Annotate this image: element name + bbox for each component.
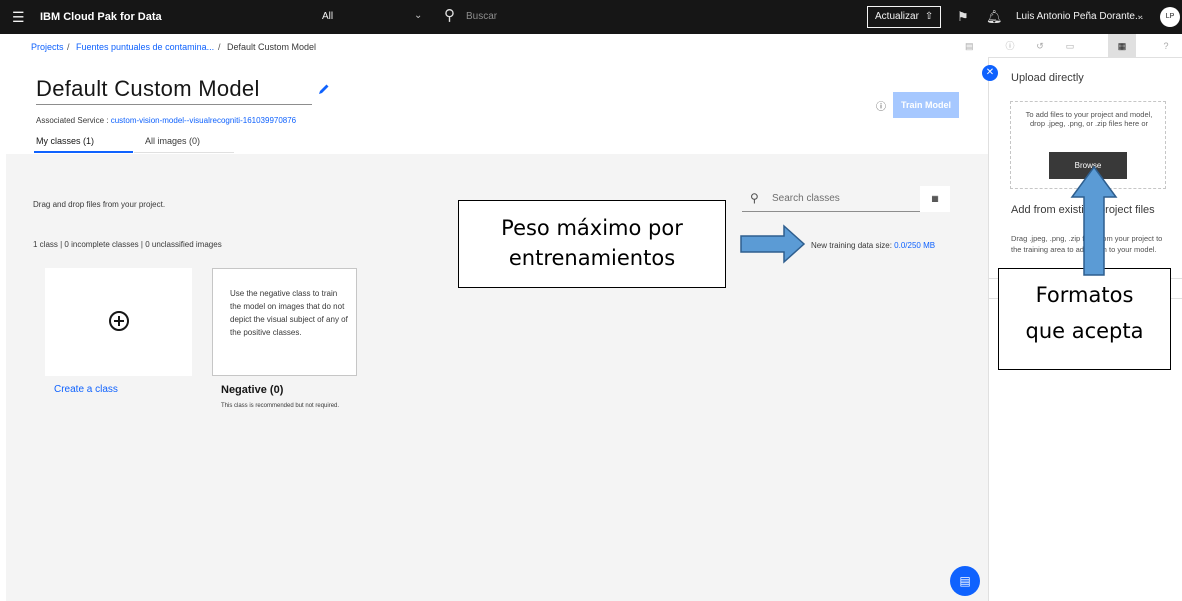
negative-class-description: Use the negative class to train the mode… [230, 289, 348, 337]
info-icon[interactable]: ⓘ [876, 98, 886, 113]
associated-service: Associated Service : custom-vision-model… [36, 116, 296, 125]
upload-title: Upload directly [1011, 72, 1084, 84]
annotation-text: entrenamientos [508, 246, 676, 270]
breadcrumb-separator: / [218, 42, 221, 52]
training-data-size: New training data size: 0.0/250 MB [811, 241, 935, 250]
user-menu[interactable]: Luis Antonio Peña Dorante... [1016, 11, 1143, 22]
info-icon[interactable]: ⓘ [996, 34, 1024, 58]
add-circle-icon [109, 311, 129, 331]
hamburger-menu-icon[interactable]: ☰ [12, 9, 25, 26]
breadcrumb-projects[interactable]: Projects [31, 42, 64, 52]
breadcrumb-project[interactable]: Fuentes puntuales de contamina... [76, 42, 214, 52]
close-panel-button[interactable]: ✕ [982, 65, 998, 81]
global-search-input[interactable]: Buscar [466, 11, 497, 22]
associated-service-link[interactable]: custom-vision-model--visualrecogniti-161… [111, 116, 296, 125]
search-icon: ⚲ [750, 191, 759, 205]
comment-icon[interactable]: ▭ [1056, 34, 1084, 58]
right-arrow-icon [740, 224, 806, 264]
avatar[interactable]: LP [1160, 7, 1180, 27]
training-data-size-label: New training data size: [811, 241, 895, 250]
tab-my-classes[interactable]: My classes (1) [34, 136, 134, 153]
upgrade-label: Actualizar [875, 11, 919, 22]
tab-all-images[interactable]: All images (0) [145, 136, 200, 146]
search-classes-input[interactable]: ⚲ Search classes [742, 186, 920, 212]
negative-class-card[interactable]: Use the negative class to train the mode… [212, 268, 357, 376]
breadcrumb: Projects / Fuentes puntuales de contamin… [0, 34, 988, 58]
class-summary: 1 class | 0 incomplete classes | 0 uncla… [33, 240, 222, 249]
annotation-formats: Formatos que acepta [998, 268, 1171, 370]
search-icon: ⚲ [444, 7, 455, 24]
grid-view-toggle[interactable]: ▦ [920, 186, 950, 212]
breadcrumb-current: Default Custom Model [227, 42, 317, 52]
negative-class-note: This class is recommended but not requir… [221, 403, 340, 409]
chevron-down-icon[interactable]: ⌄ [1136, 10, 1144, 21]
train-model-button[interactable]: Train Model [893, 92, 959, 118]
tab-divider [134, 152, 234, 153]
associated-service-label: Associated Service : [36, 116, 111, 125]
search-scope-select[interactable]: All [322, 11, 333, 22]
grid-view-icon: ▦ [931, 194, 939, 203]
chat-icon: ▤ [959, 574, 971, 588]
active-tab-indicator [34, 151, 133, 153]
breadcrumb-separator: / [67, 42, 70, 52]
signpost-icon[interactable]: ⚑ [957, 9, 969, 25]
up-arrow-icon [1070, 165, 1118, 276]
training-data-size-value: 0.0/250 MB [894, 241, 936, 250]
tab-label: All images (0) [145, 136, 201, 146]
drag-drop-hint: Drag and drop files from your project. [33, 200, 166, 209]
title-underline [36, 104, 312, 105]
create-class-link[interactable]: Create a class [54, 384, 118, 395]
annotation-max-size: Peso máximo por entrenamientos [458, 200, 726, 288]
upgrade-icon: ⇧ [924, 11, 934, 22]
notification-bell-icon[interactable]: 🔔︎ [986, 9, 1003, 25]
create-class-card[interactable] [45, 268, 192, 376]
close-icon: ✕ [985, 67, 995, 78]
annotation-text: Peso máximo por [501, 216, 683, 240]
page-title[interactable]: Default Custom Model [36, 76, 260, 102]
top-navigation-bar: ☰ IBM Cloud Pak for Data All ⌄ ⚲ Buscar … [0, 0, 1182, 34]
negative-class-title[interactable]: Negative (0) [221, 384, 283, 396]
history-icon[interactable]: ↺ [1026, 34, 1054, 58]
chevron-down-icon[interactable]: ⌄ [414, 10, 422, 21]
side-panel-toolbar: ⓘ ↺ ▭ ▦ ? [988, 34, 1182, 58]
help-icon[interactable]: ? [1152, 34, 1180, 58]
search-classes-placeholder: Search classes [772, 193, 840, 204]
chat-button[interactable]: ▤ [950, 566, 980, 596]
document-icon[interactable]: ▤ [965, 41, 974, 52]
upgrade-button[interactable]: Actualizar ⇧ [867, 6, 941, 28]
data-assets-icon[interactable]: ▦ [1108, 34, 1136, 58]
annotation-text: Formatos [1035, 283, 1134, 307]
drop-zone-text: To add files to your project and model, … [1025, 110, 1153, 128]
product-name[interactable]: IBM Cloud Pak for Data [40, 11, 162, 23]
annotation-text: que acepta [1025, 319, 1144, 343]
pencil-edit-icon[interactable] [318, 83, 330, 95]
tab-label: My classes (1) [36, 136, 95, 146]
